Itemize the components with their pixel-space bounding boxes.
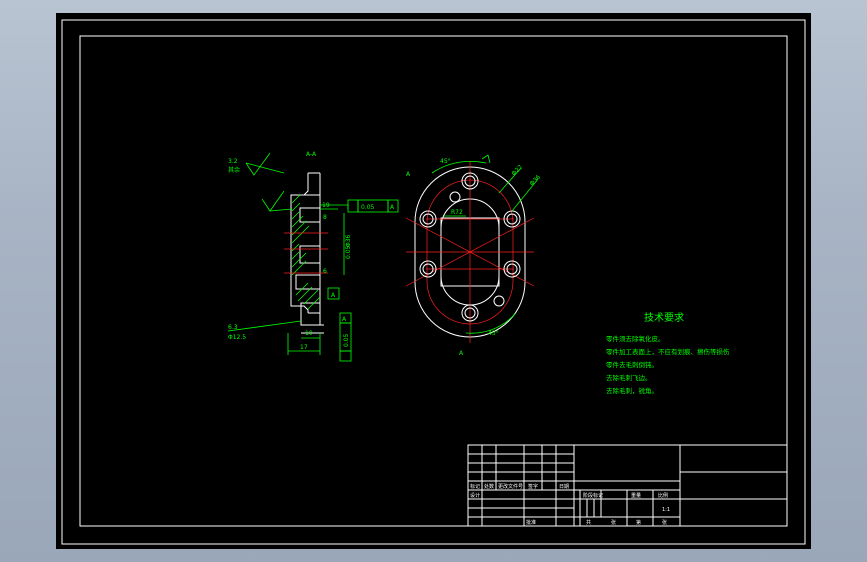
scale-value: 1:1 — [662, 507, 670, 513]
svg-text:0.05: 0.05 — [343, 333, 350, 347]
svg-text:张: 张 — [611, 519, 616, 526]
dim-10: 10 — [305, 330, 313, 337]
roughness-bottom: 6.3 Φ12.5 — [227, 320, 302, 341]
svg-text:重量: 重量 — [631, 492, 641, 499]
inner-frame — [79, 35, 788, 527]
svg-text:设计: 设计 — [470, 492, 480, 499]
dim-8: 8 — [323, 214, 327, 221]
section-label: A-A — [306, 151, 317, 158]
svg-text:签字: 签字 — [528, 483, 538, 490]
svg-text:0.05: 0.05 — [361, 204, 375, 211]
dim-17: 17 — [300, 344, 308, 351]
dim-diag-2: Φ36 — [528, 174, 542, 188]
section-mark-top: A — [406, 171, 411, 178]
title-block: 标记 处数 更改文件号 签字 日期 设计 批准 阶段标记 重量 比例 1:1 共… — [467, 444, 788, 527]
section-hatching — [291, 194, 321, 310]
svg-text:处数: 处数 — [484, 483, 494, 490]
svg-text:阶段标记: 阶段标记 — [583, 492, 603, 499]
tech-title: 技术要求 — [644, 311, 684, 324]
svg-text:第: 第 — [636, 519, 641, 526]
side-section-view: A-A 17 10 19 8 6 0.05 Φ36 0.05 A A 0.05 … — [227, 151, 399, 362]
dim-19: 19 — [322, 202, 330, 209]
svg-text:张: 张 — [662, 519, 667, 526]
svg-text:更改文件号: 更改文件号 — [498, 483, 523, 490]
svg-text:A: A — [342, 316, 347, 323]
cad-drawing-viewport[interactable]: A-A 17 10 19 8 6 0.05 Φ36 0.05 A A 0.05 … — [56, 13, 811, 549]
dim-phi: Φ36 — [345, 234, 352, 247]
svg-text:A: A — [390, 204, 395, 211]
dim-6: 6 — [323, 268, 327, 275]
dim-r: R72 — [451, 209, 463, 216]
svg-text:Φ12.5: Φ12.5 — [228, 334, 246, 341]
tech-line-2: 零件加工表面上，不应有划痕、擦伤等损伤 — [606, 347, 730, 356]
gdt-frame-2: 0.05 A — [339, 312, 352, 362]
svg-text:共: 共 — [586, 519, 591, 526]
tech-line-5: 去除毛刺，锐角。 — [606, 386, 658, 395]
dim-diag-1: Φ22 — [510, 164, 524, 178]
svg-text:A: A — [331, 292, 336, 299]
svg-text:批准: 批准 — [526, 519, 536, 526]
tech-requirements: 技术要求 零件须去除氧化皮。 零件加工表面上，不应有划痕、擦伤等损伤 零件去毛刺… — [606, 311, 730, 395]
outer-frame — [61, 19, 806, 545]
svg-text:比例: 比例 — [658, 492, 668, 499]
tech-line-4: 去除毛刺飞边。 — [606, 373, 652, 382]
angle-bottom: 45° — [488, 330, 499, 337]
tech-line-1: 零件须去除氧化皮。 — [606, 334, 665, 343]
roughness-top: 3.2 其余 — [228, 152, 285, 176]
drawing-canvas: A-A 17 10 19 8 6 0.05 Φ36 0.05 A A 0.05 … — [61, 19, 806, 545]
svg-text:其余: 其余 — [228, 166, 240, 174]
angle-top: 45° — [440, 158, 451, 165]
roughness-side — [261, 190, 293, 212]
svg-text:日期: 日期 — [559, 484, 569, 490]
tech-line-3: 零件去毛刺倒钝。 — [606, 360, 658, 369]
svg-text:标记: 标记 — [470, 483, 480, 490]
svg-text:3.2: 3.2 — [228, 158, 238, 165]
section-mark-bottom: A — [459, 350, 464, 357]
gdt-frame-1: 0.05 A — [320, 199, 399, 213]
front-view: A A 45° 45° Φ22 Φ36 R72 — [405, 154, 542, 357]
